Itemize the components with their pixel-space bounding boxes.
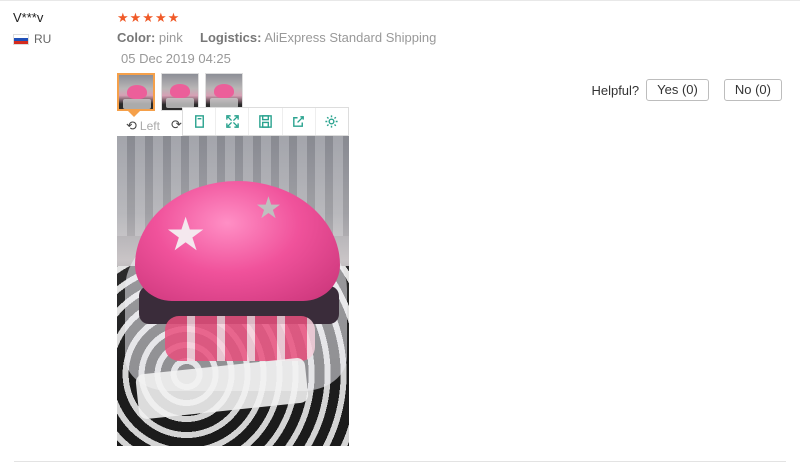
rotate-right-icon[interactable]: ⟳ (171, 117, 182, 133)
page-view-button[interactable] (183, 108, 217, 135)
color-key: Color: (117, 30, 156, 45)
russia-flag-icon (13, 33, 29, 45)
photo-thumbnail[interactable] (205, 73, 243, 111)
rotate-left-button[interactable]: ⟲ Left (126, 118, 160, 134)
image-viewer-toolbar (182, 107, 349, 136)
share-button[interactable] (283, 108, 316, 135)
page-icon (194, 115, 204, 128)
photo-thumbnail[interactable] (161, 73, 199, 111)
color-value: pink (158, 30, 183, 45)
helpful-no-button[interactable]: No (0) (723, 79, 782, 101)
photo-thumbnails (117, 73, 243, 111)
gear-icon (325, 115, 338, 128)
helpful-label: Helpful? (591, 82, 640, 98)
save-icon (259, 115, 272, 128)
rotate-left-label: Left (139, 119, 160, 133)
fullscreen-icon (225, 115, 239, 128)
photo-thumbnail[interactable] (117, 73, 155, 111)
active-thumbnail-pointer (128, 111, 140, 117)
logistics-key: Logistics: (200, 30, 262, 45)
logistics-value: AliExpress Standard Shipping (264, 30, 437, 45)
rotate-left-icon: ⟲ (126, 118, 137, 133)
star-rating: ★★★★★ (117, 10, 181, 25)
share-icon (293, 116, 305, 127)
order-meta: Color: pink Logistics: AliExpress Standa… (117, 30, 436, 45)
reviewer-country: RU (13, 32, 51, 46)
helpful-yes-button[interactable]: Yes (0) (646, 79, 709, 101)
fullscreen-button[interactable] (216, 108, 250, 135)
review-divider (14, 461, 786, 462)
helpful-vote: Helpful? Yes (0) No (0) (591, 79, 782, 101)
settings-button[interactable] (316, 108, 348, 135)
country-code: RU (34, 32, 52, 46)
review-date: 05 Dec 2019 04:25 (121, 51, 231, 66)
review-photo[interactable]: ★ ★ (117, 136, 349, 446)
reviewer-name: V***v (13, 10, 44, 25)
save-image-button[interactable] (249, 108, 283, 135)
top-divider (0, 0, 800, 1)
